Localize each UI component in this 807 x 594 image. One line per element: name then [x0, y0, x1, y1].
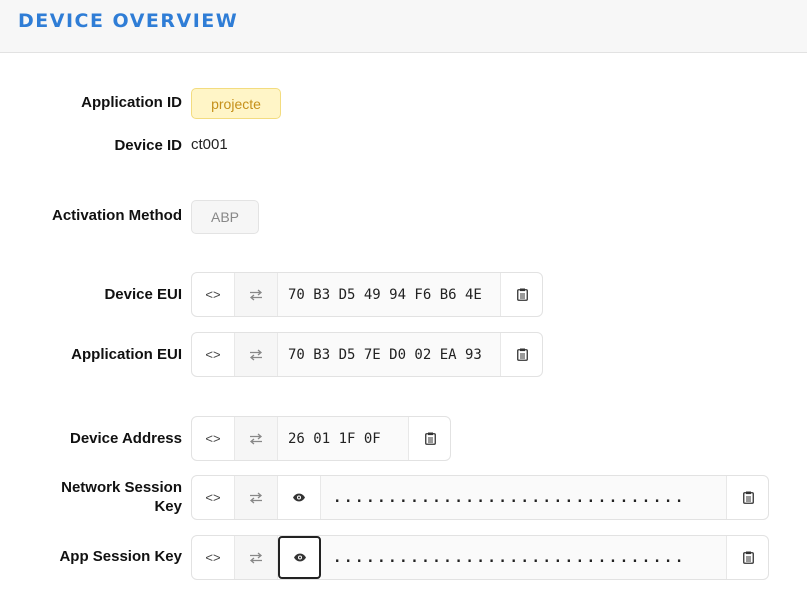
clipboard-icon: [424, 432, 436, 445]
byte-order-button[interactable]: [235, 273, 278, 316]
network-session-key-value[interactable]: ................................: [321, 476, 727, 519]
swap-icon: [249, 289, 263, 300]
copy-button[interactable]: [409, 417, 451, 460]
app-session-key-label: App Session Key: [59, 548, 182, 565]
device-address-field: <> 26 01 1F 0F: [191, 416, 451, 461]
network-session-key-label-line2: Key: [154, 498, 182, 515]
page-title: DEVICE OVERVIEW: [18, 10, 239, 32]
swap-icon: [249, 552, 263, 563]
application-eui-value[interactable]: 70 B3 D5 7E D0 02 EA 93: [278, 333, 501, 376]
reveal-button[interactable]: [278, 536, 321, 579]
clipboard-icon: [516, 348, 528, 361]
swap-icon: [249, 349, 263, 360]
device-id-label: Device ID: [114, 137, 182, 154]
byte-order-button[interactable]: [235, 536, 278, 579]
code-icon: <>: [205, 490, 221, 505]
byte-order-button[interactable]: [235, 333, 278, 376]
application-id-link[interactable]: projecte: [191, 88, 281, 119]
swap-icon: [249, 433, 263, 444]
clipboard-icon: [742, 551, 754, 564]
eye-icon: [293, 553, 306, 562]
app-session-key-field: <> ................................: [191, 535, 769, 580]
clipboard-icon: [742, 491, 754, 504]
device-address-value[interactable]: 26 01 1F 0F: [278, 417, 409, 460]
clipboard-icon: [516, 288, 528, 301]
code-icon: <>: [205, 431, 221, 446]
code-toggle-button[interactable]: <>: [192, 476, 235, 519]
copy-button[interactable]: [501, 273, 543, 316]
code-icon: <>: [205, 550, 221, 565]
code-icon: <>: [205, 347, 221, 362]
network-session-key-label-line1: Network Session: [61, 479, 182, 496]
network-session-key-label: Network Session Key: [61, 478, 182, 516]
reveal-button[interactable]: [278, 476, 321, 519]
application-eui-label: Application EUI: [71, 346, 182, 363]
application-id-label: Application ID: [81, 94, 182, 111]
activation-method-badge: ABP: [191, 200, 259, 234]
app-session-key-value[interactable]: ................................: [321, 536, 727, 579]
device-address-label: Device Address: [69, 430, 182, 447]
byte-order-button[interactable]: [235, 476, 278, 519]
copy-button[interactable]: [501, 333, 543, 376]
swap-icon: [249, 492, 263, 503]
code-toggle-button[interactable]: <>: [192, 273, 235, 316]
copy-button[interactable]: [727, 476, 769, 519]
code-toggle-button[interactable]: <>: [192, 333, 235, 376]
code-toggle-button[interactable]: <>: [192, 417, 235, 460]
eye-icon: [293, 493, 305, 502]
application-eui-field: <> 70 B3 D5 7E D0 02 EA 93: [191, 332, 543, 377]
device-eui-field: <> 70 B3 D5 49 94 F6 B6 4E: [191, 272, 543, 317]
page-header: DEVICE OVERVIEW: [0, 0, 807, 53]
byte-order-button[interactable]: [235, 417, 278, 460]
copy-button[interactable]: [727, 536, 769, 579]
device-eui-value[interactable]: 70 B3 D5 49 94 F6 B6 4E: [278, 273, 501, 316]
code-toggle-button[interactable]: <>: [192, 536, 235, 579]
network-session-key-field: <> ................................: [191, 475, 769, 520]
activation-method-label: Activation Method: [52, 207, 182, 224]
device-eui-label: Device EUI: [104, 286, 182, 303]
code-icon: <>: [205, 287, 221, 302]
device-id-value: ct001: [191, 136, 228, 153]
